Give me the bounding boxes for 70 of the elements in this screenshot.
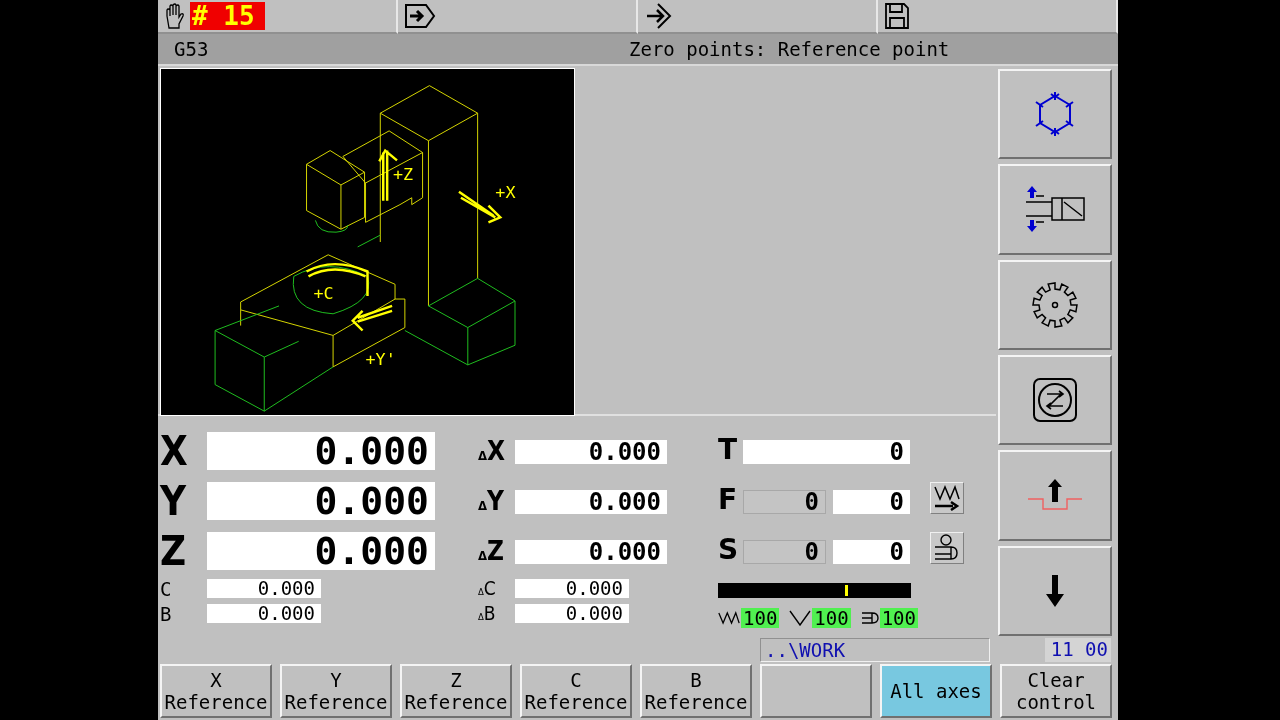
position-value: 0.000 (207, 532, 435, 570)
tool-value: 0 (743, 440, 910, 464)
toolbar-tab[interactable]: # 15 (158, 0, 398, 34)
axis-label: +C (313, 283, 334, 304)
axis-label: ΔZ (478, 538, 506, 564)
coordinate-system: G53 (174, 38, 210, 60)
function-button[interactable]: B Reference (640, 664, 752, 718)
axis-label: Z (160, 531, 188, 571)
toolbar-tab[interactable] (398, 0, 638, 34)
programmed-value: 0 (833, 490, 910, 514)
distance-value: 0.000 (515, 540, 667, 564)
save-icon (884, 2, 910, 30)
function-button[interactable]: Z Reference (400, 664, 512, 718)
axis-label: ΔB (478, 604, 497, 623)
axis-label: +X (495, 181, 516, 202)
softkey-button[interactable] (998, 164, 1112, 255)
feed-label: S (718, 536, 740, 564)
program-path: ..\WORK (760, 638, 990, 662)
distance-value: 0.000 (515, 440, 667, 464)
screen-title: Zero points: Reference point (629, 38, 950, 60)
override-value: 100 (879, 608, 918, 628)
axis-label: X (160, 431, 189, 471)
position-value: 0.000 (207, 482, 435, 520)
circle-zigzag-icon (1033, 378, 1077, 423)
distance-value: 0.000 (515, 604, 629, 623)
spindle-icon (933, 534, 961, 562)
distance-value: 0.000 (515, 579, 629, 598)
axis-label: B (160, 603, 173, 624)
tool-label: T (718, 436, 739, 464)
axis-label: ΔY (478, 488, 505, 514)
softkey-button[interactable] (998, 259, 1112, 350)
position-value: 0.000 (207, 432, 435, 470)
axis-label: +Z (393, 164, 414, 185)
programmed-value: 0 (833, 540, 910, 564)
axis-label: C (160, 578, 173, 599)
arrow-down-icon (1044, 573, 1066, 608)
feed-mode-button[interactable] (930, 482, 964, 514)
override-value: 100 (741, 608, 780, 628)
softkey-button[interactable] (998, 355, 1112, 446)
spindle-icon (860, 610, 879, 626)
distance-value: 0.000 (515, 490, 667, 514)
actual-value: 0 (743, 490, 826, 514)
axis-label: +Y' (365, 348, 396, 369)
feed-mode-button[interactable] (930, 532, 964, 564)
position-value: 0.000 (207, 579, 321, 598)
function-button[interactable] (760, 664, 872, 718)
function-button[interactable]: C Reference (520, 664, 632, 718)
override-value: 100 (812, 608, 851, 628)
position-value: 0.000 (207, 604, 321, 623)
feed-label: F (718, 486, 739, 514)
hand-icon (164, 2, 186, 30)
actual-value: 0 (743, 540, 826, 564)
function-button[interactable]: All axes (880, 664, 992, 718)
function-button[interactable]: Y Reference (280, 664, 392, 718)
softkey-button[interactable] (998, 69, 1112, 160)
function-button[interactable]: Clear control (1000, 664, 1112, 718)
function-button[interactable]: X Reference (160, 664, 272, 718)
axis-label: ΔC (478, 579, 497, 598)
toolbar-tab[interactable] (878, 0, 1118, 34)
zigzag-arrow-icon (933, 485, 961, 511)
arrow-up-over-step-icon (1027, 478, 1083, 513)
arrow-into-box-icon (404, 3, 436, 29)
v-shape-icon (789, 610, 812, 626)
gear-icon (1031, 280, 1079, 329)
program-number: # 15 (190, 2, 265, 30)
axis-label: ΔX (478, 438, 507, 464)
axis-label: Y (160, 481, 188, 521)
softkey-button[interactable] (998, 545, 1112, 636)
arrow-in-diamond-icon (644, 2, 672, 30)
clock: 11 00 (1045, 638, 1111, 662)
